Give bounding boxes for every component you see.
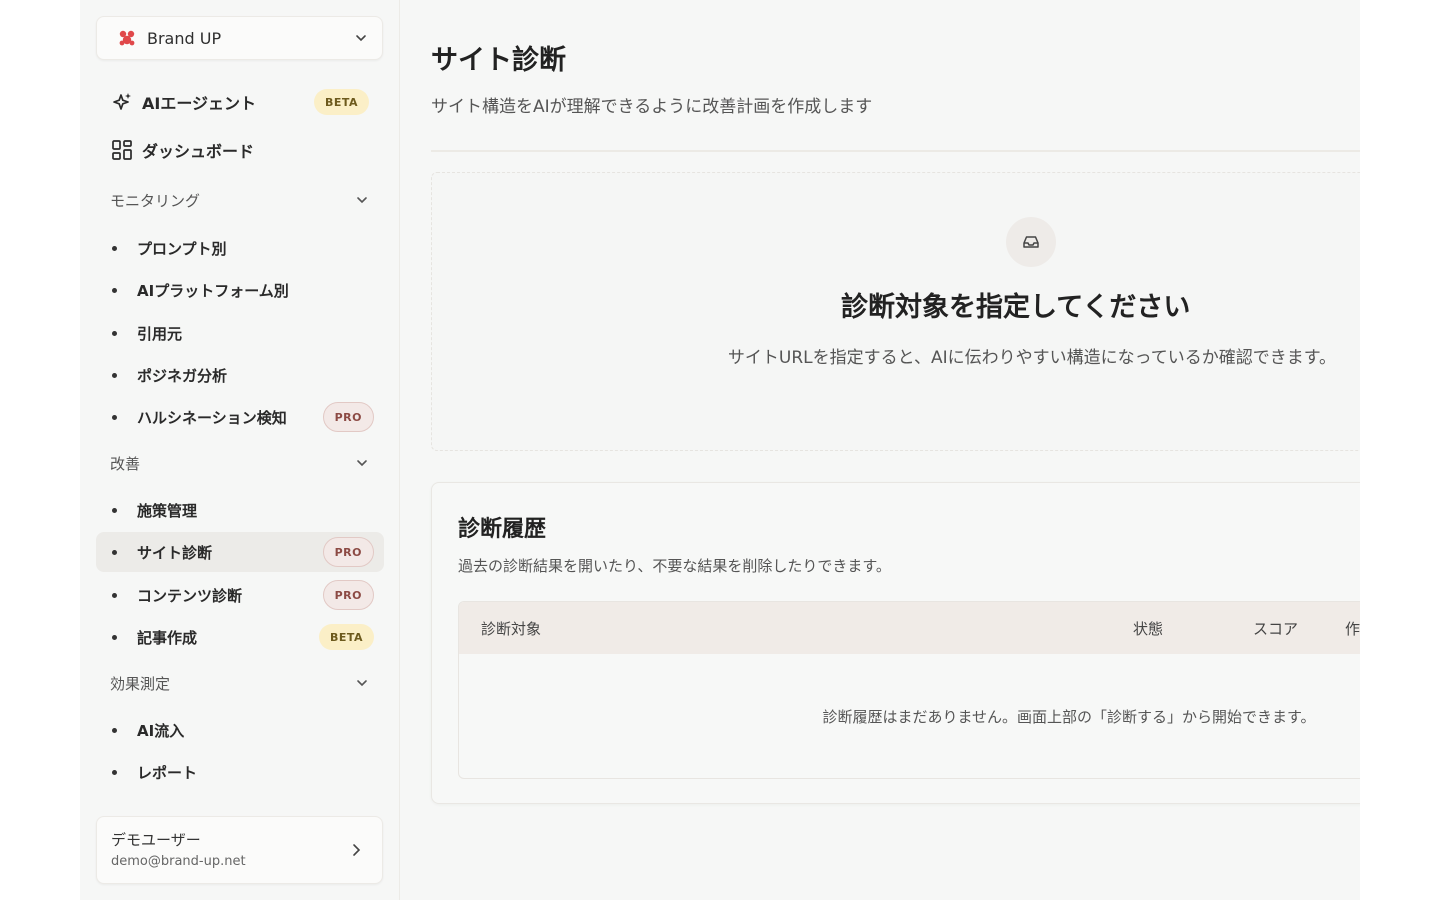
nav-sentiment-label: ポジネガ分析 (137, 366, 228, 385)
nav-citation-source-label: 引用元 (137, 324, 183, 343)
nav-content-diagnosis[interactable]: コンテンツ診断 PRO (96, 575, 384, 615)
user-email: demo@brand-up.net (111, 854, 246, 869)
nav-ai-platform[interactable]: AIプラットフォーム別 (96, 270, 384, 310)
history-card: 診断履歴 過去の診断結果を開いたり、不要な結果を削除したりできます。 診断対象 … (431, 482, 1360, 804)
section-monitoring-label: モニタリング (110, 191, 201, 210)
nav-ai-traffic[interactable]: AI流入 (96, 710, 384, 750)
nav-hallucination[interactable]: ハルシネーション検知 PRO (96, 397, 384, 437)
beta-badge: BETA (313, 89, 369, 115)
history-title: 診断履歴 (458, 517, 547, 542)
pro-badge: PRO (322, 580, 374, 610)
bullet-icon (112, 330, 117, 336)
empty-state-panel: 診断対象を指定してください サイトURLを指定すると、AIに伝わりやすい構造にな… (431, 172, 1360, 451)
column-created[interactable]: 作 (1345, 618, 1360, 639)
bullet-icon (112, 727, 117, 733)
bullet-icon (112, 414, 117, 420)
nav-article-writing[interactable]: 記事作成 BETA (96, 617, 384, 657)
table-empty-message: 診断履歴はまだありません。画面上部の「診断する」から開始できます。 (822, 708, 1316, 726)
bullet-icon (112, 287, 117, 293)
nav-site-diagnosis[interactable]: サイト診断 PRO (96, 532, 384, 572)
brand-logo-icon (117, 28, 137, 48)
brand-name: Brand UP (147, 28, 222, 48)
history-table: 診断対象 状態 スコア 作 診断履歴はまだありません。画面上部の「診断する」から… (458, 601, 1360, 779)
history-description: 過去の診断結果を開いたり、不要な結果を削除したりできます。 (458, 557, 891, 575)
page-subtitle: サイト構造をAIが理解できるように改善計画を作成します (431, 97, 873, 117)
empty-state-description: サイトURLを指定すると、AIに伝わりやすい構造になっているか確認できます。 (727, 348, 1337, 368)
nav-measures-label: 施策管理 (137, 501, 198, 520)
nav-ai-agent-label: AIエージェント (142, 94, 257, 113)
brand-switcher[interactable]: Brand UP (96, 16, 383, 60)
column-target[interactable]: 診断対象 (481, 618, 541, 639)
sidebar: Brand UP AIエージェント BETA ダッシュボード モニタリング プロ… (80, 0, 400, 900)
nav-ai-platform-label: AIプラットフォーム別 (137, 281, 289, 300)
chevron-down-icon (354, 31, 368, 45)
section-measure[interactable]: 効果測定 (96, 665, 383, 701)
beta-badge: BETA (318, 624, 374, 650)
main-content: サイト診断 サイト構造をAIが理解できるように改善計画を作成します 診断対象を指… (431, 0, 1360, 900)
nav-report[interactable]: レポート (96, 752, 384, 792)
column-score[interactable]: スコア (1253, 618, 1298, 639)
nav-article-writing-label: 記事作成 (137, 628, 198, 647)
bullet-icon (112, 245, 117, 251)
nav-ai-traffic-label: AI流入 (137, 721, 185, 740)
table-header: 診断対象 状態 スコア 作 (459, 602, 1360, 654)
inbox-icon (1006, 217, 1056, 267)
page-title: サイト診断 (431, 45, 566, 76)
app-window: Brand UP AIエージェント BETA ダッシュボード モニタリング プロ… (80, 0, 1360, 900)
nav-report-label: レポート (137, 763, 198, 782)
nav-dashboard[interactable]: ダッシュボード (96, 130, 383, 170)
bullet-icon (112, 507, 117, 513)
nav-site-diagnosis-label: サイト診断 (137, 543, 213, 562)
chevron-down-icon (355, 456, 369, 470)
chevron-down-icon (355, 193, 369, 207)
bullet-icon (112, 634, 117, 640)
column-status[interactable]: 状態 (1133, 618, 1163, 639)
divider (431, 150, 1360, 152)
nav-dashboard-label: ダッシュボード (142, 142, 255, 161)
dashboard-grid-icon (110, 138, 134, 162)
section-monitoring[interactable]: モニタリング (96, 182, 383, 218)
chevron-right-icon (348, 842, 364, 858)
pro-badge: PRO (322, 402, 374, 432)
bullet-icon (112, 592, 117, 598)
chevron-down-icon (355, 676, 369, 690)
nav-prompt-label: プロンプト別 (137, 239, 227, 258)
nav-ai-agent[interactable]: AIエージェント BETA (96, 82, 383, 122)
section-improve-label: 改善 (110, 454, 141, 473)
bullet-icon (112, 549, 117, 555)
user-menu[interactable]: デモユーザー demo@brand-up.net (96, 816, 383, 884)
bullet-icon (112, 372, 117, 378)
nav-hallucination-label: ハルシネーション検知 (137, 408, 287, 427)
nav-prompt[interactable]: プロンプト別 (96, 228, 384, 268)
nav-content-diagnosis-label: コンテンツ診断 (137, 586, 243, 605)
nav-sentiment[interactable]: ポジネガ分析 (96, 355, 384, 395)
bullet-icon (112, 769, 117, 775)
user-name: デモユーザー (111, 831, 201, 849)
section-improve[interactable]: 改善 (96, 445, 383, 481)
pro-badge: PRO (322, 537, 374, 567)
empty-state-title: 診断対象を指定してください (841, 292, 1191, 323)
sparkle-icon (110, 90, 134, 114)
nav-measures[interactable]: 施策管理 (96, 490, 384, 530)
nav-citation-source[interactable]: 引用元 (96, 313, 384, 353)
section-measure-label: 効果測定 (110, 674, 171, 693)
